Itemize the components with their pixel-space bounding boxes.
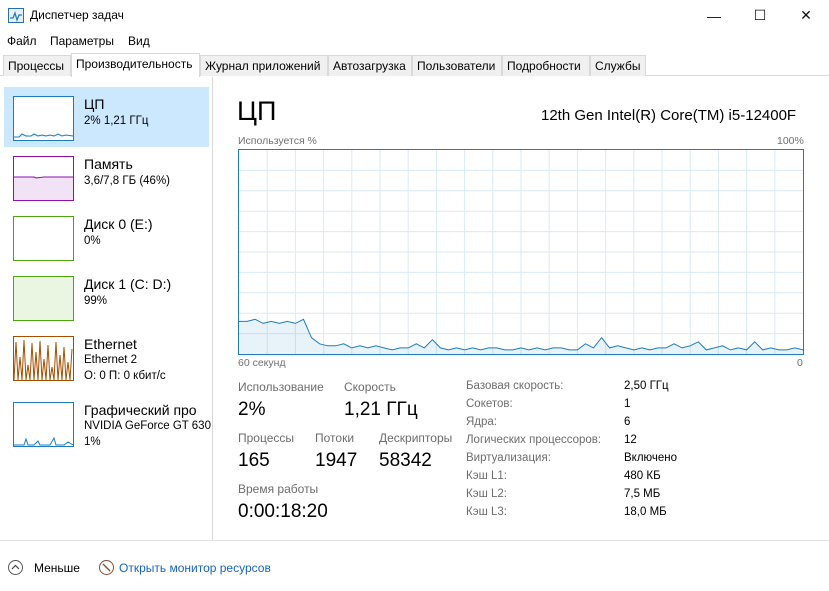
uptime-value: 0:00:18:20 <box>238 501 328 522</box>
memory-thumbnail-graph <box>13 156 74 201</box>
info-value: 7,5 МБ <box>624 488 661 500</box>
cpu-thumbnail-graph <box>13 96 74 141</box>
info-label: Сокетов: <box>466 398 513 410</box>
tab-details[interactable]: Подробности <box>502 55 590 76</box>
menu-bar: Файл Параметры Вид <box>0 31 829 53</box>
cpu-model-name: 12th Gen Intel(R) Core(TM) i5-12400F <box>541 107 797 124</box>
menu-options[interactable]: Параметры <box>50 34 114 48</box>
resource-gpu-usage: 1% <box>84 436 101 448</box>
tab-app-history[interactable]: Журнал приложений <box>200 55 328 76</box>
info-label: Логических процессоров: <box>466 434 602 446</box>
footer: Меньше Открыть монитор ресурсов <box>0 540 829 591</box>
resource-disk1-usage: 99% <box>84 295 108 307</box>
resource-disk0-title: Диск 0 (E:) <box>84 216 153 232</box>
info-value: 6 <box>624 416 631 428</box>
tab-users[interactable]: Пользователи <box>412 55 502 76</box>
info-value: 1 <box>624 398 631 410</box>
info-value: 480 КБ <box>624 470 661 482</box>
graph-label-utilization: Используется % <box>238 135 317 147</box>
resource-monitor-icon[interactable] <box>99 560 114 575</box>
fewer-details-button[interactable]: Меньше <box>34 561 80 575</box>
graph-label-max: 100% <box>777 135 804 147</box>
info-value: 12 <box>624 434 637 446</box>
minimize-button[interactable]: — <box>691 0 737 31</box>
resource-cpu-usage: 2% 1,21 ГГц <box>84 115 149 127</box>
info-label: Виртуализация: <box>466 452 551 464</box>
resource-ethernet-title: Ethernet <box>84 336 137 352</box>
info-label: Кэш L1: <box>466 470 507 482</box>
tab-services[interactable]: Службы <box>590 55 646 76</box>
ethernet-thumbnail-graph <box>13 336 74 381</box>
processes-value: 165 <box>238 450 270 471</box>
resource-list: ЦП 2% 1,21 ГГц Память 3,6/7,8 ГБ (46%) Д… <box>0 77 213 540</box>
resource-memory[interactable]: Память 3,6/7,8 ГБ (46%) <box>4 147 209 207</box>
speed-value: 1,21 ГГц <box>344 399 418 420</box>
maximize-button[interactable]: ☐ <box>737 0 783 31</box>
graph-axis-time: 60 секунд <box>238 357 286 369</box>
resource-memory-usage: 3,6/7,8 ГБ (46%) <box>84 175 171 187</box>
info-label: Кэш L2: <box>466 488 507 500</box>
threads-value: 1947 <box>315 450 358 471</box>
task-manager-icon <box>8 8 24 23</box>
tab-performance[interactable]: Производительность <box>71 53 200 77</box>
info-value: 2,50 ГГц <box>624 380 669 392</box>
resource-cpu[interactable]: ЦП 2% 1,21 ГГц <box>4 87 209 147</box>
speed-label: Скорость <box>344 380 396 394</box>
graph-axis-zero: 0 <box>797 357 803 369</box>
menu-view[interactable]: Вид <box>128 34 150 48</box>
usage-value: 2% <box>238 399 266 420</box>
usage-label: Использование <box>238 380 324 394</box>
tab-processes[interactable]: Процессы <box>3 55 71 76</box>
tab-startup[interactable]: Автозагрузка <box>328 55 412 76</box>
resource-disk1-title: Диск 1 (C: D:) <box>84 276 172 292</box>
tab-strip: Процессы Производительность Журнал прило… <box>0 53 829 77</box>
resource-ethernet-throughput: О: 0 П: 0 кбит/с <box>84 370 166 382</box>
info-value: Включено <box>624 452 678 464</box>
gpu-thumbnail-graph <box>13 402 74 447</box>
close-button[interactable]: ✕ <box>783 0 829 31</box>
info-value: 18,0 МБ <box>624 506 667 518</box>
processes-label: Процессы <box>238 431 295 445</box>
handles-label: Дескрипторы <box>379 431 453 445</box>
disk1-thumbnail-graph <box>13 276 74 321</box>
resource-disk-0[interactable]: Диск 0 (E:) 0% <box>4 207 209 267</box>
resource-ethernet-adapter: Ethernet 2 <box>84 354 138 366</box>
menu-file[interactable]: Файл <box>7 34 37 48</box>
resource-disk0-usage: 0% <box>84 235 101 247</box>
resource-gpu-name: NVIDIA GeForce GT 630 <box>84 420 211 432</box>
resource-gpu[interactable]: Графический про NVIDIA GeForce GT 630 1% <box>4 393 211 453</box>
page-title: ЦП <box>237 96 277 126</box>
resource-gpu-title: Графический про <box>84 402 197 418</box>
info-label: Базовая скорость: <box>466 380 564 392</box>
info-label: Кэш L3: <box>466 506 507 518</box>
chevron-up-icon[interactable] <box>8 560 23 575</box>
window-title: Диспетчер задач <box>30 8 124 22</box>
disk0-thumbnail-graph <box>13 216 74 261</box>
threads-label: Потоки <box>315 431 355 445</box>
title-bar: Диспетчер задач — ☐ ✕ <box>0 0 829 31</box>
resource-ethernet[interactable]: Ethernet Ethernet 2 О: 0 П: 0 кбит/с <box>4 327 209 387</box>
open-resource-monitor-link[interactable]: Открыть монитор ресурсов <box>119 561 271 575</box>
cpu-usage-graph <box>238 149 804 355</box>
uptime-label: Время работы <box>238 482 319 496</box>
info-label: Ядра: <box>466 416 498 428</box>
resource-memory-title: Память <box>84 156 133 172</box>
resource-disk-1[interactable]: Диск 1 (C: D:) 99% <box>4 267 209 327</box>
cpu-usage-graph-svg <box>239 150 804 354</box>
handles-value: 58342 <box>379 450 432 471</box>
resource-cpu-title: ЦП <box>84 96 105 112</box>
